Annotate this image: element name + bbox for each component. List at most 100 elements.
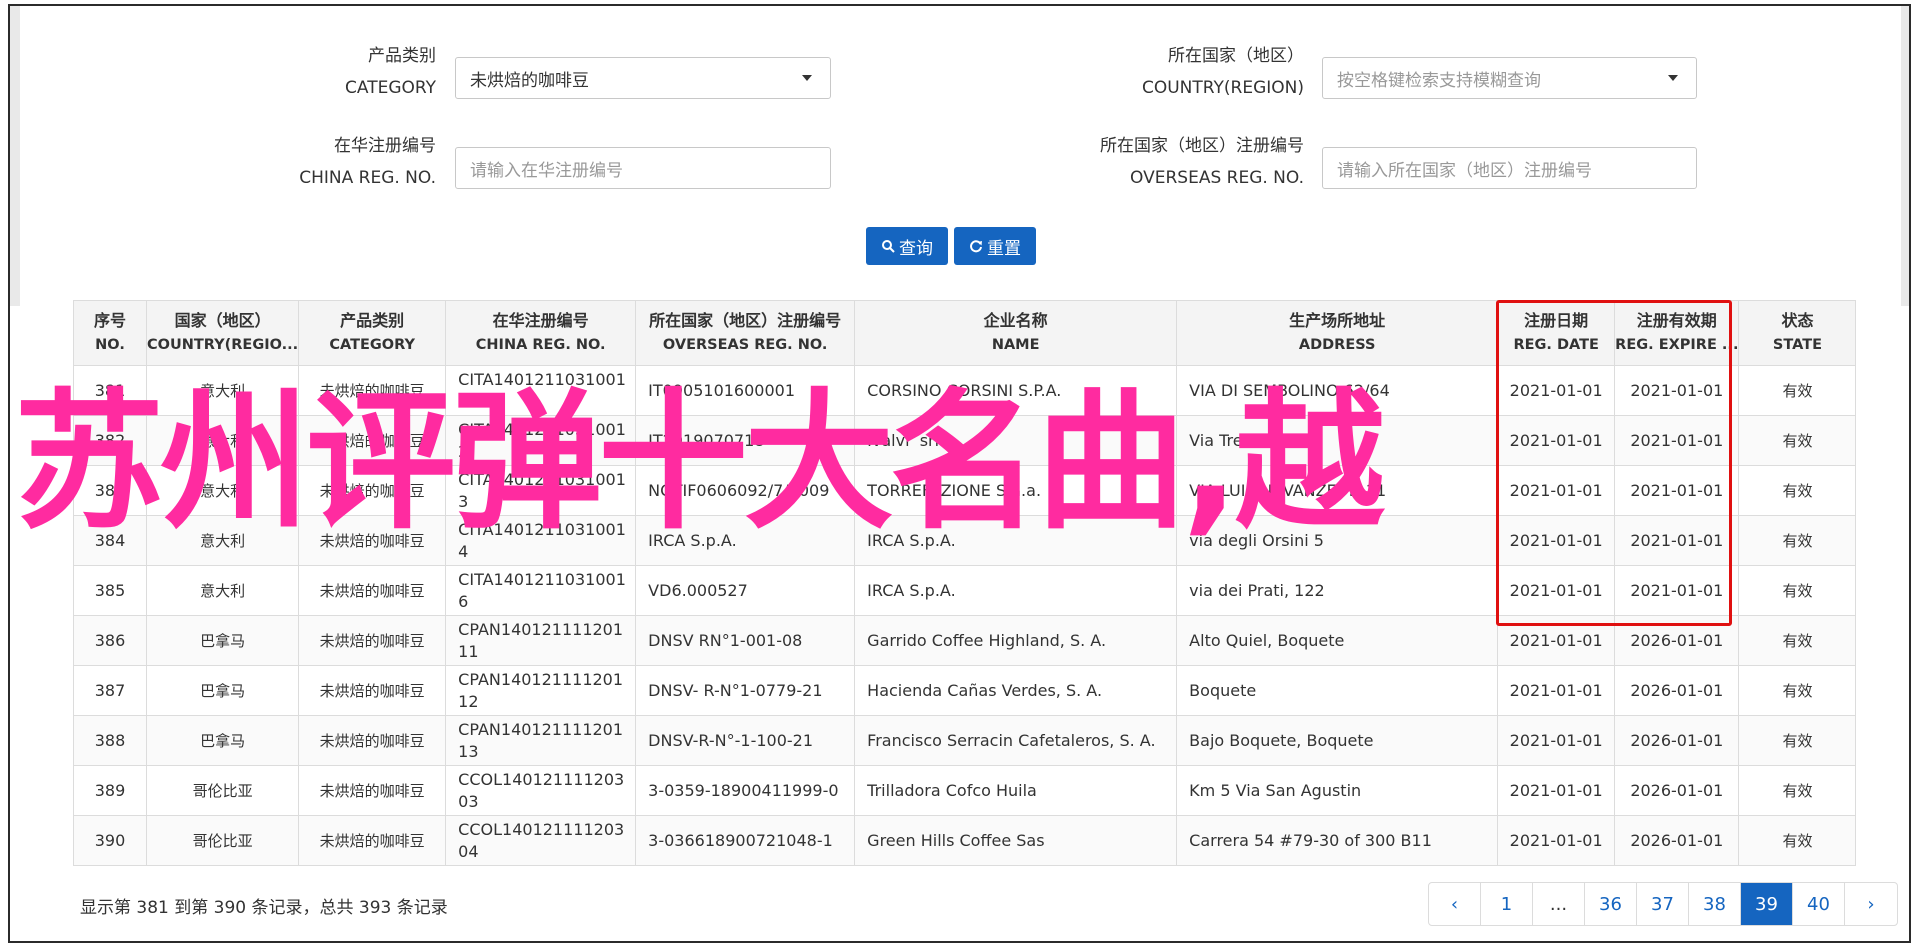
china-reg-input[interactable]: 请输入在华注册编号 (455, 147, 831, 189)
page-button[interactable]: 1 (1481, 883, 1533, 925)
cell-reg-expire: 2021-01-01 (1614, 415, 1740, 466)
header-china-reg-zh: 在华注册编号 (492, 311, 589, 330)
cell-state: 有效 (1738, 515, 1857, 566)
header-no[interactable]: 序号 NO. (73, 300, 147, 366)
next-page-button[interactable]: › (1845, 883, 1897, 925)
pagination-summary: 显示第 381 到第 390 条记录，总共 393 条记录 (80, 898, 448, 918)
table-row[interactable]: 389 哥伦比亚 未烘焙的咖啡豆 CCOL14012111120303 3-03… (73, 765, 1857, 816)
cell-overseas-reg: DNSV RN°1-001-08 (635, 615, 856, 666)
header-category-en: CATEGORY (329, 337, 415, 353)
table-row[interactable]: 385 意大利 未烘焙的咖啡豆 CITA14012110310016 VD6.0… (73, 565, 1857, 616)
reset-button[interactable]: 重置 (954, 227, 1036, 265)
header-china-reg[interactable]: 在华注册编号 CHINA REG. NO. (445, 300, 637, 366)
header-category[interactable]: 产品类别 CATEGORY (298, 300, 447, 366)
cell-country: 哥伦比亚 (145, 765, 300, 816)
cell-no: 386 (73, 615, 147, 666)
cell-name: IRCA S.p.A. (854, 565, 1178, 616)
header-country-en: COUNTRY(REGIO... (147, 337, 299, 353)
cell-state: 有效 (1738, 465, 1857, 516)
cell-category: 未烘焙的咖啡豆 (298, 615, 447, 666)
right-scroll-track (1901, 6, 1909, 306)
page-button[interactable]: 38 (1689, 883, 1741, 925)
cell-no: 389 (73, 765, 147, 816)
header-state[interactable]: 状态 STATE (1738, 300, 1857, 366)
search-button[interactable]: 查询 (866, 227, 948, 265)
country-label: 所在国家（地区） COUNTRY(REGION) (1000, 40, 1304, 104)
cell-reg-expire: 2026-01-01 (1614, 765, 1740, 816)
page-ellipsis: ... (1533, 883, 1585, 925)
cell-overseas-reg: 3-036618900721048-1 (635, 815, 856, 866)
cell-china-reg: CPAN14012111120113 (445, 715, 637, 766)
category-label-zh: 产品类别 (368, 46, 436, 66)
china-reg-placeholder: 请输入在华注册编号 (470, 160, 623, 181)
pagination: ‹ 1 ... 36 37 38 39 40 › (1428, 882, 1898, 926)
cell-address: Bajo Boquete, Boquete (1176, 715, 1499, 766)
cell-category: 未烘焙的咖啡豆 (298, 565, 447, 616)
cell-reg-date: 2021-01-01 (1497, 715, 1616, 766)
header-state-en: STATE (1772, 337, 1822, 353)
overlay-caption: 苏州评弹十大名曲,越 (14, 376, 1385, 550)
cell-reg-date: 2021-01-01 (1497, 515, 1616, 566)
cell-name: Garrido Coffee Highland, S. A. (854, 615, 1178, 666)
cell-reg-date: 2021-01-01 (1497, 465, 1616, 516)
header-reg-expire[interactable]: 注册有效期 REG. EXPIRE ... (1614, 300, 1740, 366)
overseas-reg-input[interactable]: 请输入所在国家（地区）注册编号 (1322, 147, 1697, 189)
cell-reg-date: 2021-01-01 (1497, 415, 1616, 466)
cell-china-reg: CPAN14012111120111 (445, 615, 637, 666)
header-category-zh: 产品类别 (340, 311, 405, 330)
china-reg-label-en: CHINA REG. NO. (299, 168, 436, 188)
prev-page-button[interactable]: ‹ (1429, 883, 1481, 925)
china-reg-label-zh: 在华注册编号 (334, 136, 436, 156)
search-icon (882, 240, 895, 253)
table-row[interactable]: 390 哥伦比亚 未烘焙的咖啡豆 CCOL14012111120304 3-03… (73, 815, 1857, 866)
cell-address: Alto Quiel, Boquete (1176, 615, 1499, 666)
header-country-zh: 国家（地区） (174, 311, 271, 330)
country-label-zh: 所在国家（地区） (1168, 46, 1304, 66)
table-row[interactable]: 388 巴拿马 未烘焙的咖啡豆 CPAN14012111120113 DNSV-… (73, 715, 1857, 766)
refresh-icon (970, 240, 982, 253)
cell-name: Trilladora Cofco Huila (854, 765, 1178, 816)
cell-state: 有效 (1738, 665, 1857, 716)
table-header-row: 序号 NO. 国家（地区） COUNTRY(REGIO... 产品类别 CATEGOR… (73, 300, 1857, 366)
header-address[interactable]: 生产场所地址 ADDRESS (1176, 300, 1499, 366)
header-reg-expire-en: REG. EXPIRE ... (1615, 337, 1739, 353)
cell-country: 意大利 (145, 565, 300, 616)
page-button[interactable]: 40 (1793, 883, 1845, 925)
cell-reg-date: 2021-01-01 (1497, 665, 1616, 716)
cell-state: 有效 (1738, 815, 1857, 866)
cell-reg-expire: 2021-01-01 (1614, 565, 1740, 616)
cell-no: 388 (73, 715, 147, 766)
cell-china-reg: CCOL14012111120303 (445, 765, 637, 816)
country-select[interactable]: 按空格键检索支持模糊查询 (1322, 57, 1697, 99)
cell-reg-expire: 2021-01-01 (1614, 515, 1740, 566)
category-select[interactable]: 未烘焙的咖啡豆 (455, 57, 831, 99)
cell-overseas-reg: DNSV- R-N°1-0779-21 (635, 665, 856, 716)
table-row[interactable]: 387 巴拿马 未烘焙的咖啡豆 CPAN14012111120112 DNSV-… (73, 665, 1857, 716)
header-state-zh: 状态 (1781, 311, 1814, 330)
page-button[interactable]: 36 (1585, 883, 1637, 925)
cell-china-reg: CITA14012110310016 (445, 565, 637, 616)
cell-name: Hacienda Cañas Verdes, S. A. (854, 665, 1178, 716)
header-reg-date[interactable]: 注册日期 REG. DATE (1497, 300, 1616, 366)
cell-reg-date: 2021-01-01 (1497, 365, 1616, 416)
cell-state: 有效 (1738, 365, 1857, 416)
cell-china-reg: CPAN14012111120112 (445, 665, 637, 716)
header-reg-expire-zh: 注册有效期 (1636, 311, 1717, 330)
header-no-zh: 序号 (93, 311, 126, 330)
header-overseas-reg[interactable]: 所在国家（地区）注册编号 OVERSEAS REG. NO. (635, 300, 856, 366)
china-reg-label: 在华注册编号 CHINA REG. NO. (230, 130, 436, 194)
page-button-active[interactable]: 39 (1741, 883, 1793, 925)
category-label: 产品类别 CATEGORY (230, 40, 436, 104)
cell-state: 有效 (1738, 765, 1857, 816)
header-name[interactable]: 企业名称 NAME (854, 300, 1178, 366)
page-button[interactable]: 37 (1637, 883, 1689, 925)
header-country[interactable]: 国家（地区） COUNTRY(REGIO... (145, 300, 300, 366)
header-name-zh: 企业名称 (983, 311, 1048, 330)
category-select-value: 未烘焙的咖啡豆 (470, 70, 589, 91)
cell-state: 有效 (1738, 615, 1857, 666)
table-row[interactable]: 386 巴拿马 未烘焙的咖啡豆 CPAN14012111120111 DNSV … (73, 615, 1857, 666)
search-button-label: 查询 (899, 238, 933, 259)
reset-button-label: 重置 (987, 238, 1021, 259)
cell-address: via dei Prati, 122 (1176, 565, 1499, 616)
header-overseas-reg-en: OVERSEAS REG. NO. (662, 337, 828, 353)
